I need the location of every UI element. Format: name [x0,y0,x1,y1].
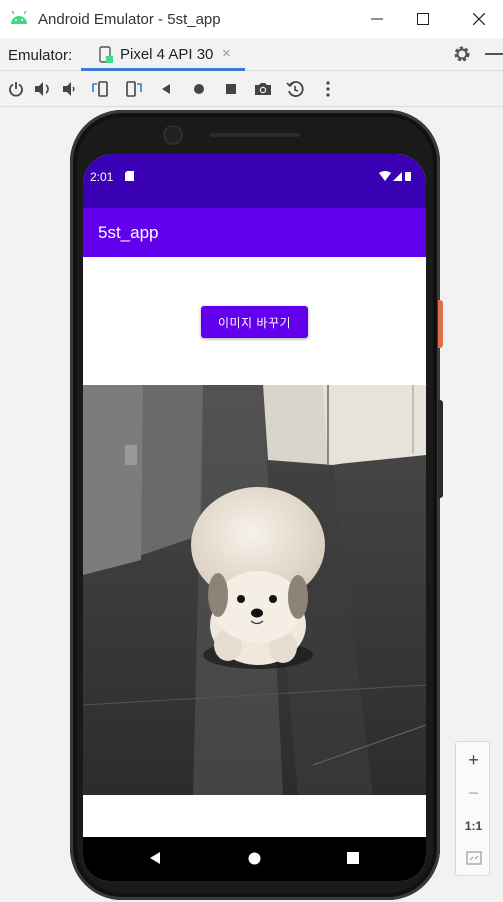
close-window-button[interactable] [455,0,503,38]
rotate-right-icon[interactable] [124,79,144,99]
zoom-panel: + − 1:1 [455,741,490,876]
rotate-left-icon[interactable] [90,79,110,99]
change-image-button[interactable]: 이미지 바꾸기 [201,306,308,338]
zoom-fit-button[interactable] [456,843,491,873]
device-volume-button[interactable] [438,400,443,498]
minimize-icon [371,18,383,20]
nav-overview-icon[interactable] [347,852,359,864]
hide-panel-icon[interactable] [485,53,503,55]
status-time: 2:01 [90,170,114,184]
app-title: 5st_app [98,223,159,242]
window-title: Android Emulator - 5st_app [38,11,221,28]
zoom-out-button[interactable]: − [456,778,491,808]
tab-close-button[interactable]: × [222,45,231,62]
gear-icon[interactable] [452,44,472,64]
home-icon[interactable] [189,79,209,99]
emulator-label: Emulator: [8,47,73,64]
overview-icon[interactable] [221,79,241,99]
nav-back-icon[interactable] [149,852,161,864]
maximize-button[interactable] [399,0,447,38]
maximize-icon [417,13,429,25]
zoom-actual-size-button[interactable]: 1:1 [456,811,491,841]
android-icon [11,10,27,24]
device-screen[interactable]: 2:01 5st_app 이미지 바꾸기 [83,154,426,881]
volume-up-icon[interactable] [33,79,53,99]
power-icon[interactable] [6,79,26,99]
earpiece-speaker [210,133,300,137]
sd-card-icon [125,171,134,181]
nav-home-icon[interactable] [248,852,261,865]
device-icon [99,46,113,63]
emulator-tab-bar: Emulator: Pixel 4 API 30 × [0,38,503,71]
front-camera [165,127,181,143]
window-title-bar: Android Emulator - 5st_app [0,0,503,38]
status-bar: 2:01 [83,154,426,208]
emulator-toolbar [0,72,503,107]
dog-photo [83,385,426,795]
more-icon[interactable] [318,79,338,99]
signal-icon [393,172,402,181]
fit-screen-icon [465,851,482,865]
tab-label: Pixel 4 API 30 [120,46,214,63]
zoom-in-button[interactable]: + [456,745,491,775]
minimize-button[interactable] [353,0,401,38]
system-status-icons [379,171,411,181]
app-content: 이미지 바꾸기 [83,257,426,837]
device-power-button[interactable] [438,300,443,348]
back-icon[interactable] [156,79,176,99]
volume-down-icon[interactable] [60,79,80,99]
camera-icon[interactable] [253,79,273,99]
app-bar: 5st_app [83,208,426,257]
close-icon [473,13,485,25]
battery-icon [405,172,411,181]
snapshot-icon[interactable] [285,79,305,99]
tab-pixel-4-api-30[interactable]: Pixel 4 API 30 × [81,38,245,71]
wifi-icon [379,171,391,181]
navigation-bar [83,837,426,881]
